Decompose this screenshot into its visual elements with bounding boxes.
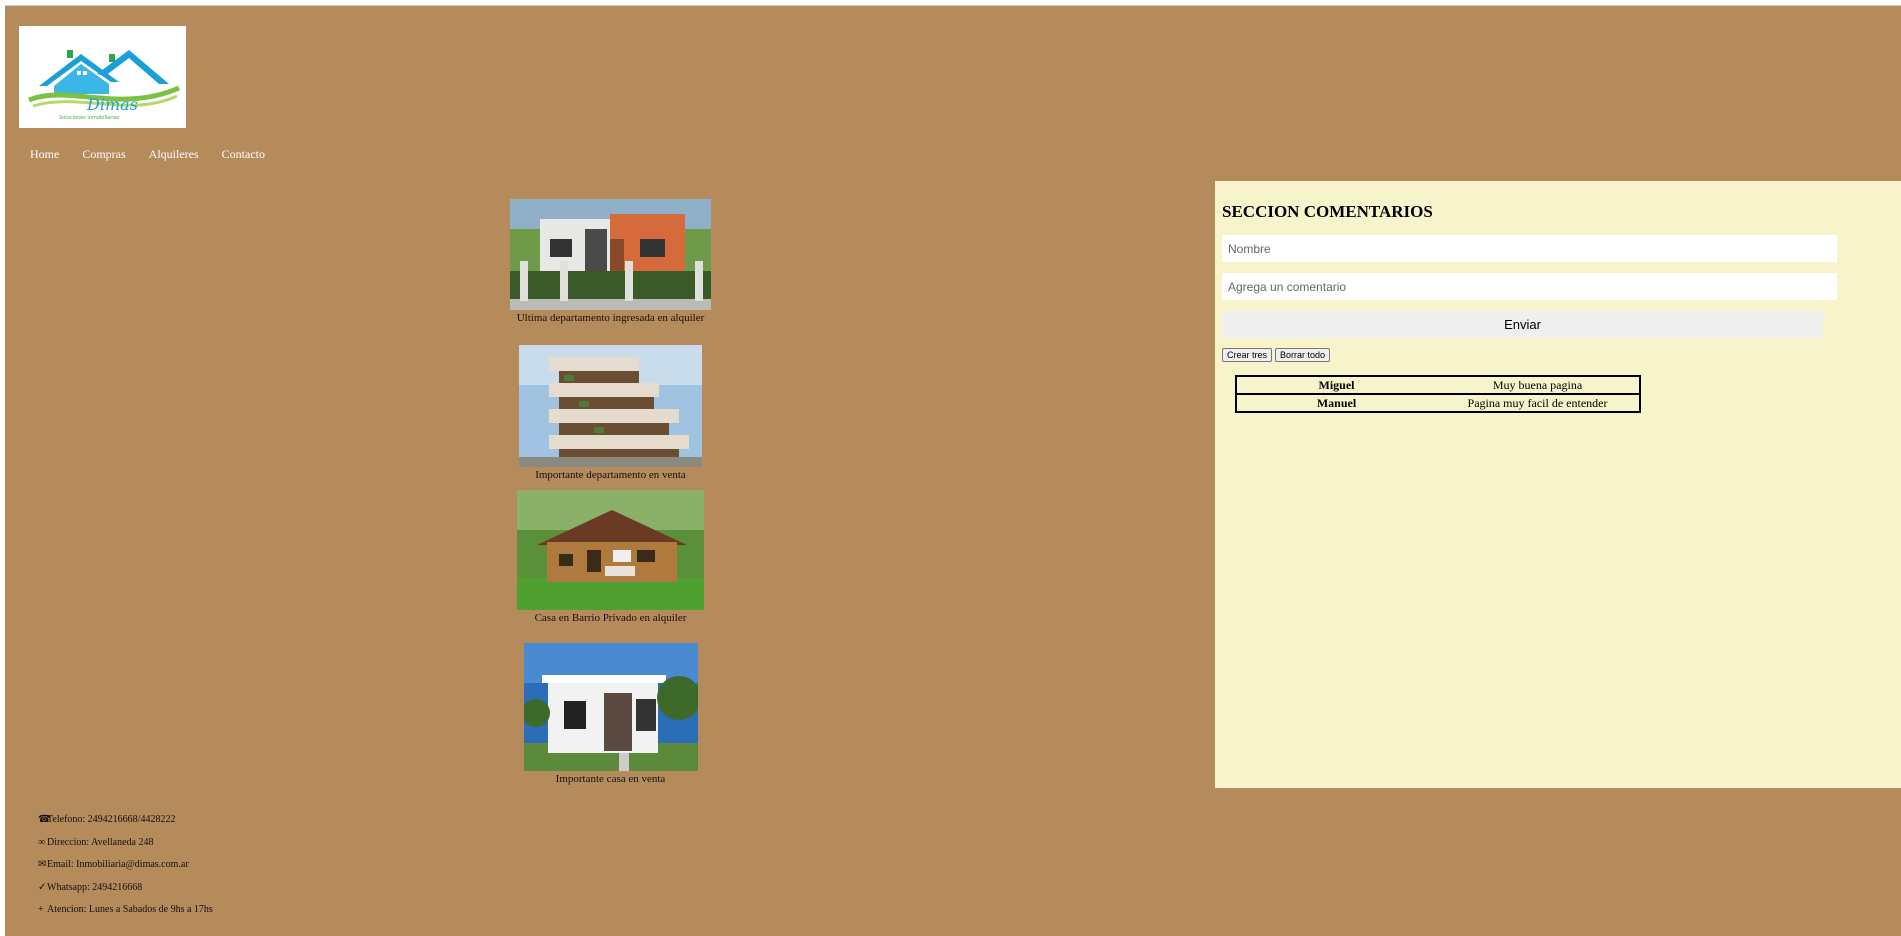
property-gallery: Ultima departamento ingresada en alquile… bbox=[508, 199, 713, 786]
footer-address: ∞ Direccion: Avellaneda 248 bbox=[38, 832, 213, 855]
property-card[interactable]: Ultima departamento ingresada en alquile… bbox=[508, 199, 713, 345]
svg-text:Dimas: Dimas bbox=[86, 95, 138, 114]
comment-author: Miguel bbox=[1236, 376, 1436, 395]
comments-title: SECCION COMENTARIOS bbox=[1222, 202, 1433, 221]
phone-icon: ☎ bbox=[38, 814, 51, 825]
nav-home-link[interactable]: Home bbox=[25, 143, 72, 166]
property-image bbox=[510, 199, 711, 310]
nav-alquileres-link[interactable]: Alquileres bbox=[144, 143, 212, 166]
comments-table: Miguel Muy buena pagina Manuel Pagina mu… bbox=[1235, 375, 1641, 413]
mail-icon: ✉ bbox=[38, 859, 47, 870]
logo[interactable]: Dimas Soluciones inmobiliarias bbox=[19, 26, 186, 128]
property-image bbox=[523, 643, 698, 771]
property-caption: Casa en Barrio Privado en alquiler bbox=[534, 612, 687, 624]
plus-icon: + bbox=[38, 904, 44, 915]
property-image bbox=[519, 345, 702, 467]
main-nav: Home Compras Alquileres Contacto bbox=[25, 143, 278, 166]
svg-text:Soluciones inmobiliarias: Soluciones inmobiliarias bbox=[59, 115, 120, 121]
nav-contacto-link[interactable]: Contacto bbox=[217, 143, 278, 166]
whatsapp-icon: ✓ bbox=[38, 881, 47, 893]
logo-image: Dimas Soluciones inmobiliarias bbox=[28, 50, 180, 121]
property-card[interactable]: Importante departamento en venta bbox=[508, 345, 713, 490]
footer-phone: ☎Telefono: 2494216668/4428222 bbox=[38, 809, 213, 832]
footer-whatsapp: ✓Whatsapp: 2494216668 bbox=[38, 877, 213, 900]
table-row: Manuel Pagina muy facil de entender bbox=[1236, 394, 1640, 413]
comment-text: Muy buena pagina bbox=[1436, 376, 1640, 395]
property-caption: Importante departamento en venta bbox=[535, 469, 686, 481]
property-caption: Ultima departamento ingresada en alquile… bbox=[516, 312, 705, 324]
comment-actions: Crear tres Borrar todo bbox=[1222, 348, 1901, 362]
name-input[interactable] bbox=[1222, 235, 1837, 262]
footer-hours: + Atencion: Lunes a Sabados de 9hs a 17hs bbox=[38, 899, 213, 922]
property-card[interactable]: Importante casa en venta bbox=[508, 643, 713, 786]
nav-compras-link[interactable]: Compras bbox=[77, 143, 138, 166]
comment-input[interactable] bbox=[1222, 273, 1837, 300]
comment-author: Manuel bbox=[1236, 394, 1436, 413]
table-row: Miguel Muy buena pagina bbox=[1236, 376, 1640, 395]
send-button[interactable]: Enviar bbox=[1222, 311, 1823, 338]
property-caption: Importante casa en venta bbox=[555, 773, 666, 785]
comment-text: Pagina muy facil de entender bbox=[1436, 394, 1640, 413]
footer-email: ✉Email: Inmobiliaria@dimas.com.ar bbox=[38, 854, 213, 877]
comments-section: SECCION COMENTARIOS Enviar Crear tres Bo… bbox=[1215, 181, 1901, 788]
property-card[interactable]: Casa en Barrio Privado en alquiler bbox=[508, 490, 713, 643]
page-background: Dimas Soluciones inmobiliarias Home Comp… bbox=[5, 5, 1901, 936]
property-image bbox=[517, 490, 704, 610]
create-three-button[interactable]: Crear tres bbox=[1222, 348, 1273, 362]
contact-footer: ☎Telefono: 2494216668/4428222 ∞ Direccion… bbox=[38, 809, 213, 922]
clear-all-button[interactable]: Borrar todo bbox=[1275, 348, 1331, 362]
location-icon: ∞ bbox=[38, 836, 46, 848]
